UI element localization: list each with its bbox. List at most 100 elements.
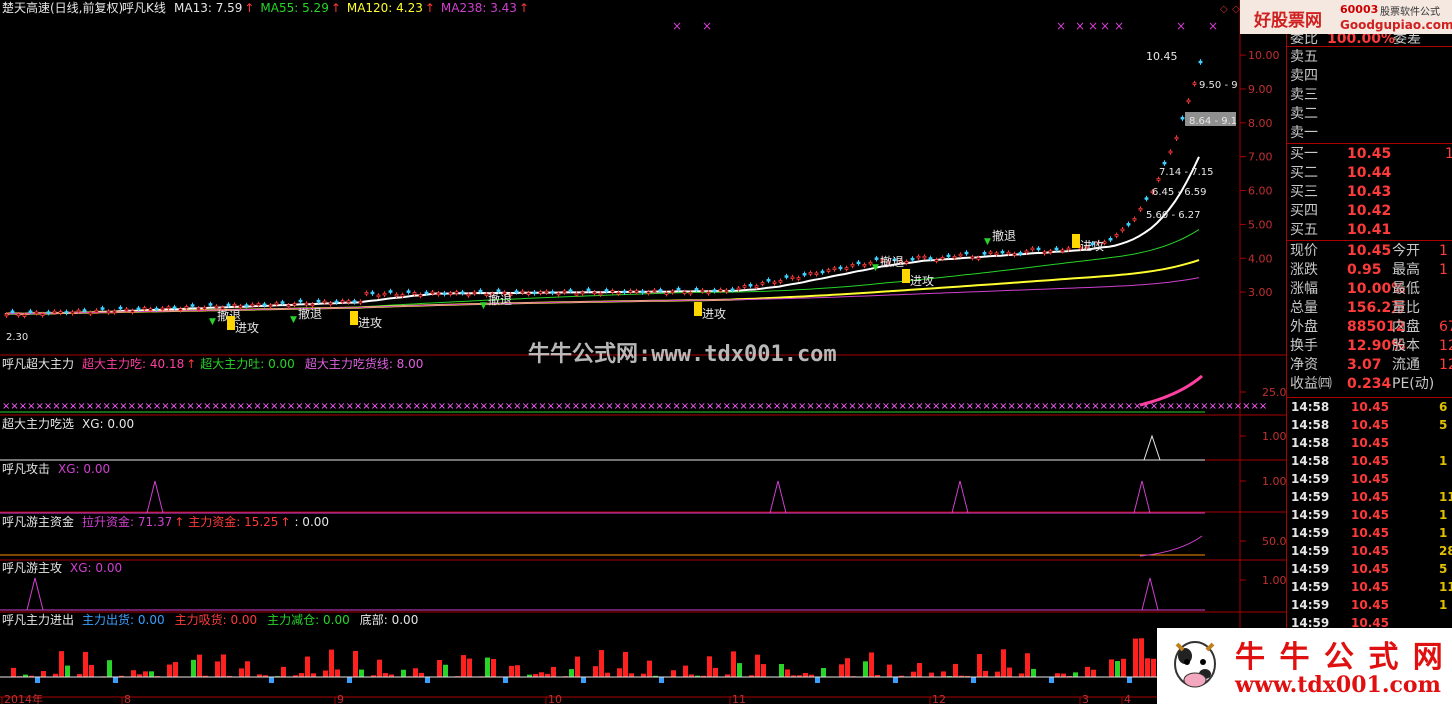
volume-bar [1007, 667, 1012, 677]
candle-body [346, 300, 351, 303]
volume-bar [737, 663, 742, 677]
panel-axis-label: 1.00 [1262, 430, 1286, 443]
candle-body [1126, 223, 1131, 226]
volume-bar [971, 677, 976, 683]
candle-body [430, 291, 435, 295]
tick-row: 14:58 10.45 5 [1287, 416, 1452, 434]
candle-body [250, 303, 255, 307]
candle-body [1018, 252, 1023, 255]
tick-row: 14:58 10.45 6 [1287, 398, 1452, 416]
candle-body [1108, 238, 1113, 241]
volume-bar [1127, 677, 1132, 683]
panel-title: 呼凡游主攻 [2, 561, 62, 575]
volume-bar [329, 649, 334, 677]
buy-level-row: 买三 10.43 [1287, 183, 1452, 201]
candle-body [826, 269, 831, 272]
watermark-logo-top: 好股票网 60003 股票软件公式 Goodgupiao.com [1240, 0, 1452, 34]
volume-bar [647, 660, 652, 677]
volume-bar [359, 669, 364, 677]
volume-bar [149, 671, 154, 677]
candle-body [28, 310, 33, 313]
tick-price: 10.45 [1351, 508, 1389, 522]
candle-body [694, 288, 699, 291]
watermark-logo-bottom: 牛 牛 公 式 网 www.tdx001.com [1157, 628, 1452, 704]
stat-row: 涨幅 10.00% 最低 [1287, 280, 1452, 298]
volume-bar [551, 666, 556, 677]
stat-label-2: 今开 [1392, 243, 1420, 259]
buy-level-price: 10.45 [1347, 146, 1392, 162]
logo-top-text: 好股票网 [1254, 11, 1322, 31]
candle-body [1042, 251, 1047, 254]
panel-axis-label: 25.00 [1262, 386, 1286, 399]
volume-bar [83, 651, 88, 677]
buy-level-row: 买一 10.45 1 [1287, 145, 1452, 163]
range-label: 8.64 - 9.1 [1189, 116, 1237, 127]
volume-bar [671, 670, 676, 677]
price-axis-label: 8.00 [1248, 117, 1273, 130]
attack-marker [902, 269, 910, 283]
candle-body [202, 306, 207, 310]
candle-body [970, 256, 975, 259]
buy-level-row: 买五 10.41 [1287, 221, 1452, 239]
retreat-arrow-icon: ▼ [209, 317, 216, 327]
candle-body [634, 290, 639, 293]
panel-value: 拉升资金: 71.37 [82, 514, 172, 529]
stat-label-2: 流通 [1392, 357, 1420, 373]
volume-bar [377, 659, 382, 677]
candle-body [1030, 247, 1035, 251]
candle-body [136, 307, 141, 311]
stat-label: 收益㈣ [1290, 376, 1332, 392]
candle-body [466, 293, 471, 297]
candle-body [676, 287, 681, 291]
candle-body [760, 282, 765, 285]
volume-bar [143, 671, 148, 677]
volume-bar [437, 660, 442, 677]
tick-row: 14:59 10.45 1 [1287, 596, 1452, 614]
buy-level-label: 买四 [1290, 203, 1318, 219]
attack-label: 进攻 [358, 316, 382, 330]
volume-bar [539, 672, 544, 677]
stat-value: 10.45 [1347, 243, 1392, 259]
logo-top-url: Goodgupiao.com [1340, 18, 1452, 32]
stat-value: 0.234 [1347, 376, 1392, 392]
candle-body [916, 255, 921, 259]
candle-body [1174, 136, 1179, 140]
stat-label: 外盘 [1290, 319, 1318, 335]
candle-body [334, 300, 339, 304]
tick-volume: 1 [1439, 598, 1448, 612]
candle-body [724, 289, 729, 293]
stat-row: 收益㈣ 0.234 PE(动) [1287, 375, 1452, 393]
logo-url-text: www.tdx001.com [1235, 672, 1441, 698]
volume-bar [173, 662, 178, 677]
attack-label: 进攻 [910, 274, 934, 288]
panel-line [1139, 535, 1203, 557]
candle-body [1156, 178, 1161, 181]
candle-body [1054, 247, 1059, 251]
buy-level-price: 10.44 [1347, 165, 1392, 181]
candle-body [562, 290, 567, 294]
sell-level-label: 卖一 [1290, 125, 1318, 141]
panel-axis-label: 1.00 [1262, 574, 1286, 587]
tick-time: 14:59 [1291, 544, 1330, 558]
up-arrow-icon: ↑ [519, 1, 529, 15]
high-price-label: 10.45 [1146, 50, 1178, 63]
volume-bar [887, 664, 892, 677]
tick-price: 10.45 [1351, 418, 1389, 432]
stat-label-2: 量比 [1392, 300, 1420, 316]
volume-bar [41, 671, 46, 677]
volume-bar [707, 656, 712, 677]
candle-body [124, 308, 129, 312]
volume-bar [1139, 638, 1144, 677]
volume-bar [515, 665, 520, 677]
date-axis-label: 12 [932, 693, 946, 704]
tick-price: 10.45 [1351, 472, 1389, 486]
sell-level-row: 卖四 [1287, 67, 1452, 85]
candle-body [478, 289, 483, 293]
candle-body [646, 291, 651, 294]
volume-bar [197, 654, 202, 677]
sell-level-label: 卖四 [1290, 68, 1318, 84]
stat-row: 现价 10.45 今开 1 [1287, 242, 1452, 260]
up-arrow-icon: ↑ [425, 1, 435, 15]
volume-bar [1073, 672, 1078, 677]
candle-body [976, 257, 981, 260]
